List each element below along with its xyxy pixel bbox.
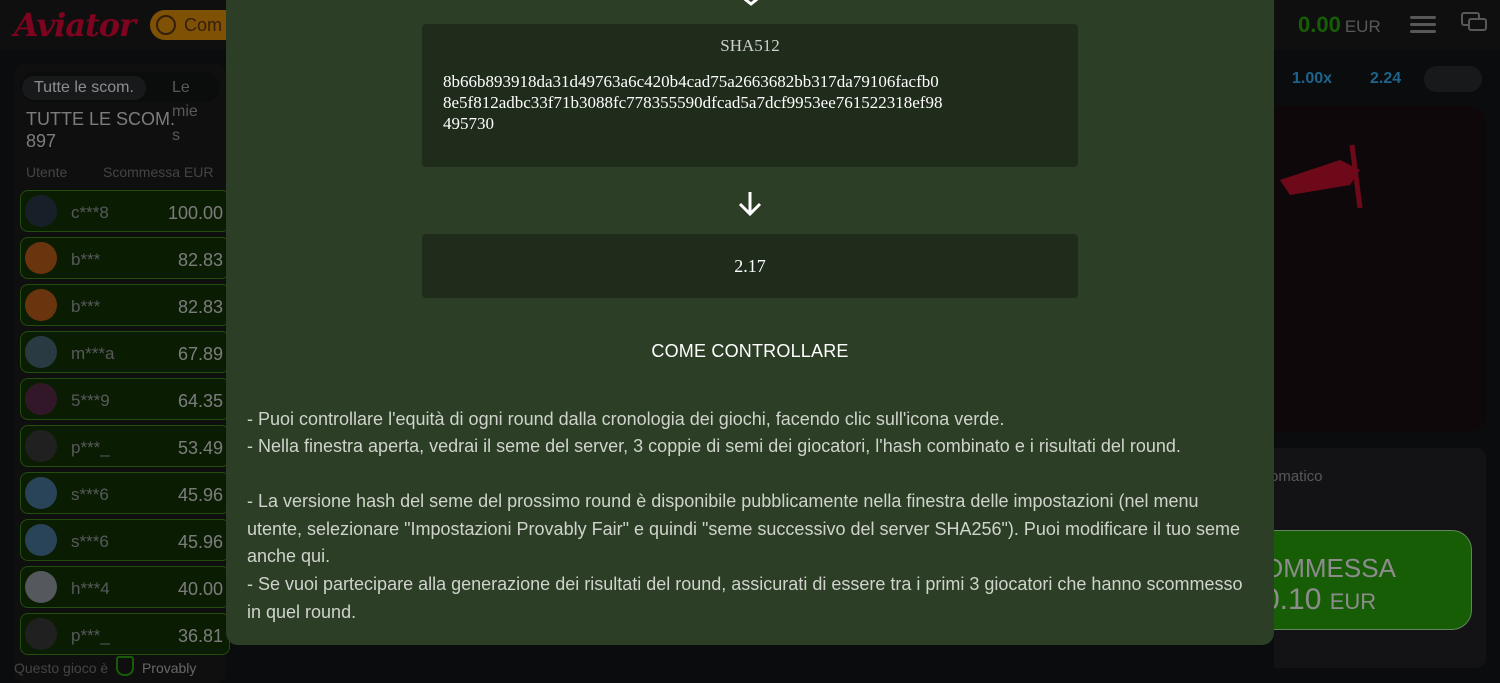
col-bet-header: Scommessa EUR xyxy=(103,164,214,180)
history-toggle-button[interactable] xyxy=(1424,66,1482,92)
avatar xyxy=(25,618,57,650)
arrow-down-icon xyxy=(738,192,762,217)
bet-amount: 64.35 xyxy=(177,391,223,411)
bet-amount: 45.96 xyxy=(177,532,223,552)
instruction-paragraph: - Se vuoi partecipare alla generazione d… xyxy=(247,574,1243,622)
bet-amount: 45.96 xyxy=(177,485,223,505)
avatar xyxy=(25,430,57,462)
menu-icon[interactable] xyxy=(1410,16,1436,34)
bet-button-label: OMMESSA xyxy=(1263,553,1396,583)
instruction-paragraph: - La versione hash del seme del prossimo… xyxy=(247,491,1241,566)
footer-prefix: Questo gioco è xyxy=(14,660,109,676)
table-row: p***_ 53.49 xyxy=(20,425,230,467)
table-row: s***6 45.96 xyxy=(20,472,230,514)
sha512-title: SHA512 xyxy=(720,36,780,55)
all-bets-count: 897 xyxy=(26,131,57,151)
hash-line: 495730 xyxy=(443,114,494,133)
bet-user: h***4 xyxy=(71,579,110,598)
hash-line: 8e5f812adbc33f71b3088fc778355590dfcad5a7… xyxy=(443,93,943,112)
col-user-header: Utente xyxy=(26,164,68,180)
how-to-play-label: Com xyxy=(184,15,223,35)
bet-amount: 82.83 xyxy=(177,297,223,317)
plane-icon xyxy=(1280,144,1363,209)
bet-user: b*** xyxy=(71,297,101,316)
shield-icon xyxy=(116,656,135,676)
balance-currency: EUR xyxy=(1344,17,1381,36)
bet-button-currency: EUR xyxy=(1329,589,1377,614)
coin-icon xyxy=(156,15,176,35)
bet-user: p***_ xyxy=(71,438,110,457)
bet-user: s***6 xyxy=(71,485,109,504)
place-bet-button[interactable]: OMMESSA 0.10 EUR xyxy=(1250,530,1472,630)
avatar xyxy=(25,242,57,274)
result-multiplier: 2.17 xyxy=(734,256,766,276)
balance-display: 0.00 EUR xyxy=(1298,12,1381,38)
instruction-paragraph: - Puoi controllare l'equità di ogni roun… xyxy=(247,409,1005,429)
tab-my-bets[interactable]: Le mie s xyxy=(160,76,220,144)
bets-tabs: Tutte le scom. Le mie s xyxy=(20,72,220,144)
bet-amount: 36.81 xyxy=(177,626,223,646)
avatar xyxy=(25,524,57,556)
table-row: b*** 82.83 xyxy=(20,237,230,279)
bet-user: p***_ xyxy=(71,626,110,645)
table-row: c***8 100.00 xyxy=(20,190,230,232)
avatar xyxy=(25,383,57,415)
avatar xyxy=(25,477,57,509)
bet-user: b*** xyxy=(71,250,101,269)
table-row: p***_ 36.81 xyxy=(20,613,230,655)
bet-amount: 82.83 xyxy=(177,250,223,270)
hash-line: 8b66b893918da31d49763a6c420b4cad75a26636… xyxy=(443,72,939,91)
arrow-down-icon xyxy=(743,0,759,6)
chat-icon[interactable] xyxy=(1461,12,1487,34)
bet-button-amount-line: 0.10 EUR xyxy=(1263,583,1376,617)
bet-amount: 100.00 xyxy=(167,203,223,223)
table-row: b*** 82.83 xyxy=(20,284,230,326)
bet-amount: 53.49 xyxy=(177,438,223,458)
result-box: 2.17 xyxy=(422,234,1078,298)
instruction-paragraph: - Nella finestra aperta, vedrai il seme … xyxy=(247,436,1181,456)
avatar xyxy=(25,571,57,603)
tab-all-bets[interactable]: Tutte le scom. xyxy=(22,76,146,100)
history-multiplier[interactable]: 1.00x xyxy=(1292,70,1332,88)
how-to-check-title: COME CONTROLLARE xyxy=(651,341,849,361)
all-bets-title: TUTTE LE SCOM. xyxy=(26,109,176,129)
provably-fair-footer[interactable]: Questo gioco è Provably xyxy=(14,656,196,676)
bet-user: s***6 xyxy=(71,532,109,551)
tab-auto[interactable]: omatico xyxy=(1270,468,1323,485)
aviator-logo: Aviator xyxy=(14,6,136,44)
bet-amount: 40.00 xyxy=(177,579,223,599)
balance-amount: 0.00 xyxy=(1298,12,1341,37)
table-row: 5***9 64.35 xyxy=(20,378,230,420)
sha512-box: SHA512 8b66b893918da31d49763a6c420b4cad7… xyxy=(422,24,1078,167)
table-row: s***6 45.96 xyxy=(20,519,230,561)
bet-user: 5***9 xyxy=(71,391,110,410)
all-bets-header: TUTTE LE SCOM. 897 xyxy=(26,108,175,152)
avatar xyxy=(25,289,57,321)
footer-brand: Provably xyxy=(141,660,197,676)
history-multiplier[interactable]: 2.24 xyxy=(1370,70,1401,88)
bet-user: c***8 xyxy=(71,203,109,222)
table-row: h***4 40.00 xyxy=(20,566,230,608)
avatar xyxy=(25,195,57,227)
